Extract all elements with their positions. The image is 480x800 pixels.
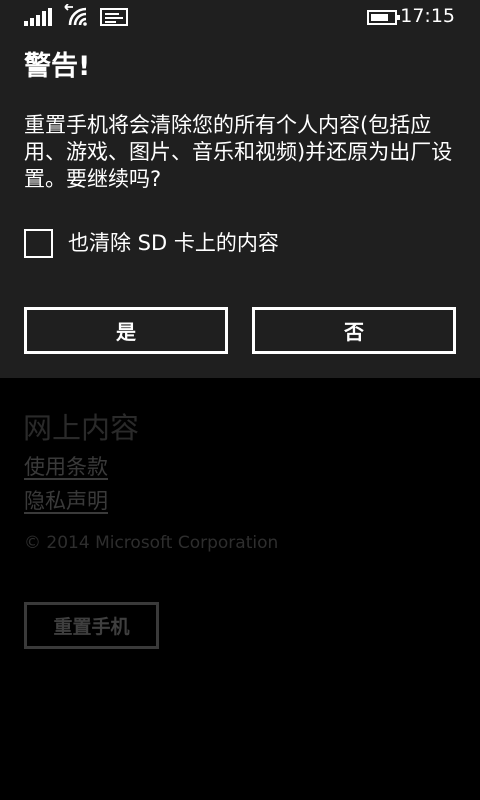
clear-sd-card-label: 也清除 SD 卡上的内容 (68, 231, 279, 255)
no-button[interactable]: 否 (252, 307, 456, 354)
clear-sd-card-checkbox[interactable] (24, 228, 53, 258)
signal-strength-icon (24, 8, 52, 26)
dialog-message: 重置手机将会清除您的所有个人内容(包括应用、游戏、图片、音乐和视频)并还原为出厂… (24, 113, 453, 191)
dialog-title: 警告! (24, 51, 91, 82)
online-content-heading: 网上内容 (23, 411, 140, 445)
wifi-icon (64, 4, 87, 26)
reset-warning-dialog: 17:15 警告! 重置手机将会清除您的所有个人内容(包括应用、游戏、图片、音乐… (0, 0, 480, 378)
privacy-statement-link[interactable]: 隐私声明 (24, 486, 108, 516)
yes-button[interactable]: 是 (24, 307, 228, 354)
status-bar: 17:15 (0, 0, 480, 34)
reset-phone-button[interactable]: 重置手机 (24, 602, 159, 649)
battery-icon (367, 10, 400, 25)
message-icon (100, 8, 128, 26)
terms-of-use-link[interactable]: 使用条款 (24, 452, 108, 482)
copyright-text: © 2014 Microsoft Corporation (24, 533, 279, 553)
clear-sd-card-option[interactable]: 也清除 SD 卡上的内容 (24, 226, 279, 260)
clock-time: 17:15 (400, 5, 455, 27)
